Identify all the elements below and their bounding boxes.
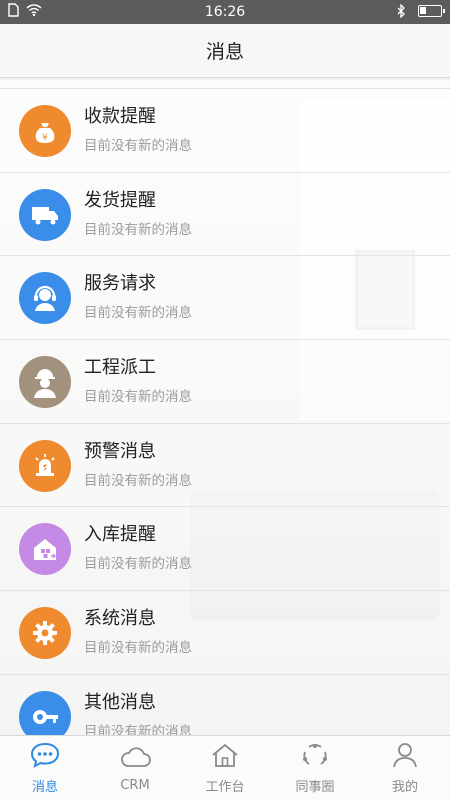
warehouse-icon [19,523,71,576]
truck-icon [19,188,71,241]
person-icon [391,742,419,772]
message-title: 预警消息 [84,440,156,462]
tab-label: 消息 [31,779,58,795]
svg-text:¥: ¥ [42,133,48,143]
tab-label: 同事圈 [295,779,335,795]
tab-crm[interactable]: CRM [90,736,180,800]
headset-agent-icon [19,272,71,325]
tab-label: CRM [120,777,150,793]
message-subtitle: 目前没有新的消息 [84,472,192,489]
message-title: 发货提醒 [84,189,156,211]
alarm-icon [19,439,71,492]
message-item-warehouse[interactable]: 入库提醒 目前没有新的消息 [0,507,450,592]
bluetooth-icon [396,3,410,19]
circle-dots-icon [300,742,330,772]
message-subtitle: 目前没有新的消息 [84,389,192,406]
tab-label: 工作台 [205,779,245,795]
gear-icon [19,607,71,660]
message-title: 其他消息 [84,691,156,713]
message-title: 服务请求 [84,273,156,295]
message-subtitle: 目前没有新的消息 [84,723,192,735]
message-title: 系统消息 [84,608,156,630]
sim-icon [6,3,20,17]
bottom-tab-bar: 消息 CRM 工作台 同事圈 我的 [0,735,450,800]
tab-colleagues[interactable]: 同事圈 [270,736,360,800]
message-title: 收款提醒 [84,106,156,127]
key-icon [19,690,71,735]
cloud-icon [119,744,151,774]
message-item-shipping[interactable]: 发货提醒 目前没有新的消息 [0,172,450,257]
battery-icon [418,5,445,17]
page-title: 消息 [205,41,244,63]
tab-workbench[interactable]: 工作台 [180,736,270,800]
message-title: 入库提醒 [84,524,156,546]
status-time: 16:26 [204,4,246,20]
wifi-icon [26,3,42,17]
worker-icon [19,356,71,409]
message-subtitle: 目前没有新的消息 [84,221,192,238]
message-item-engineering[interactable]: 工程派工 目前没有新的消息 [0,340,450,424]
message-item-other[interactable]: 其他消息 目前没有新的消息 [0,674,450,735]
message-list[interactable]: ¥ 收款提醒 目前没有新的消息 发货提醒 目前没有新的消息 服务请求 目前没有新… [0,88,450,735]
tab-label: 我的 [391,779,418,795]
tab-messages[interactable]: 消息 [0,736,90,800]
message-item-service[interactable]: 服务请求 目前没有新的消息 [0,256,450,341]
money-bag-icon: ¥ [19,105,71,157]
header: 消息 [0,24,450,78]
tab-profile[interactable]: 我的 [360,736,450,800]
message-item-system[interactable]: 系统消息 目前没有新的消息 [0,591,450,675]
home-icon [210,742,240,772]
chat-bubble-icon [30,742,60,772]
message-item-payment[interactable]: ¥ 收款提醒 目前没有新的消息 [0,89,450,173]
message-subtitle: 目前没有新的消息 [84,305,192,322]
status-bar: 16:26 [0,0,450,24]
message-subtitle: 目前没有新的消息 [84,138,192,154]
message-subtitle: 目前没有新的消息 [84,556,192,573]
message-item-warning[interactable]: 预警消息 目前没有新的消息 [0,423,450,508]
message-title: 工程派工 [84,357,156,379]
message-subtitle: 目前没有新的消息 [84,640,192,657]
